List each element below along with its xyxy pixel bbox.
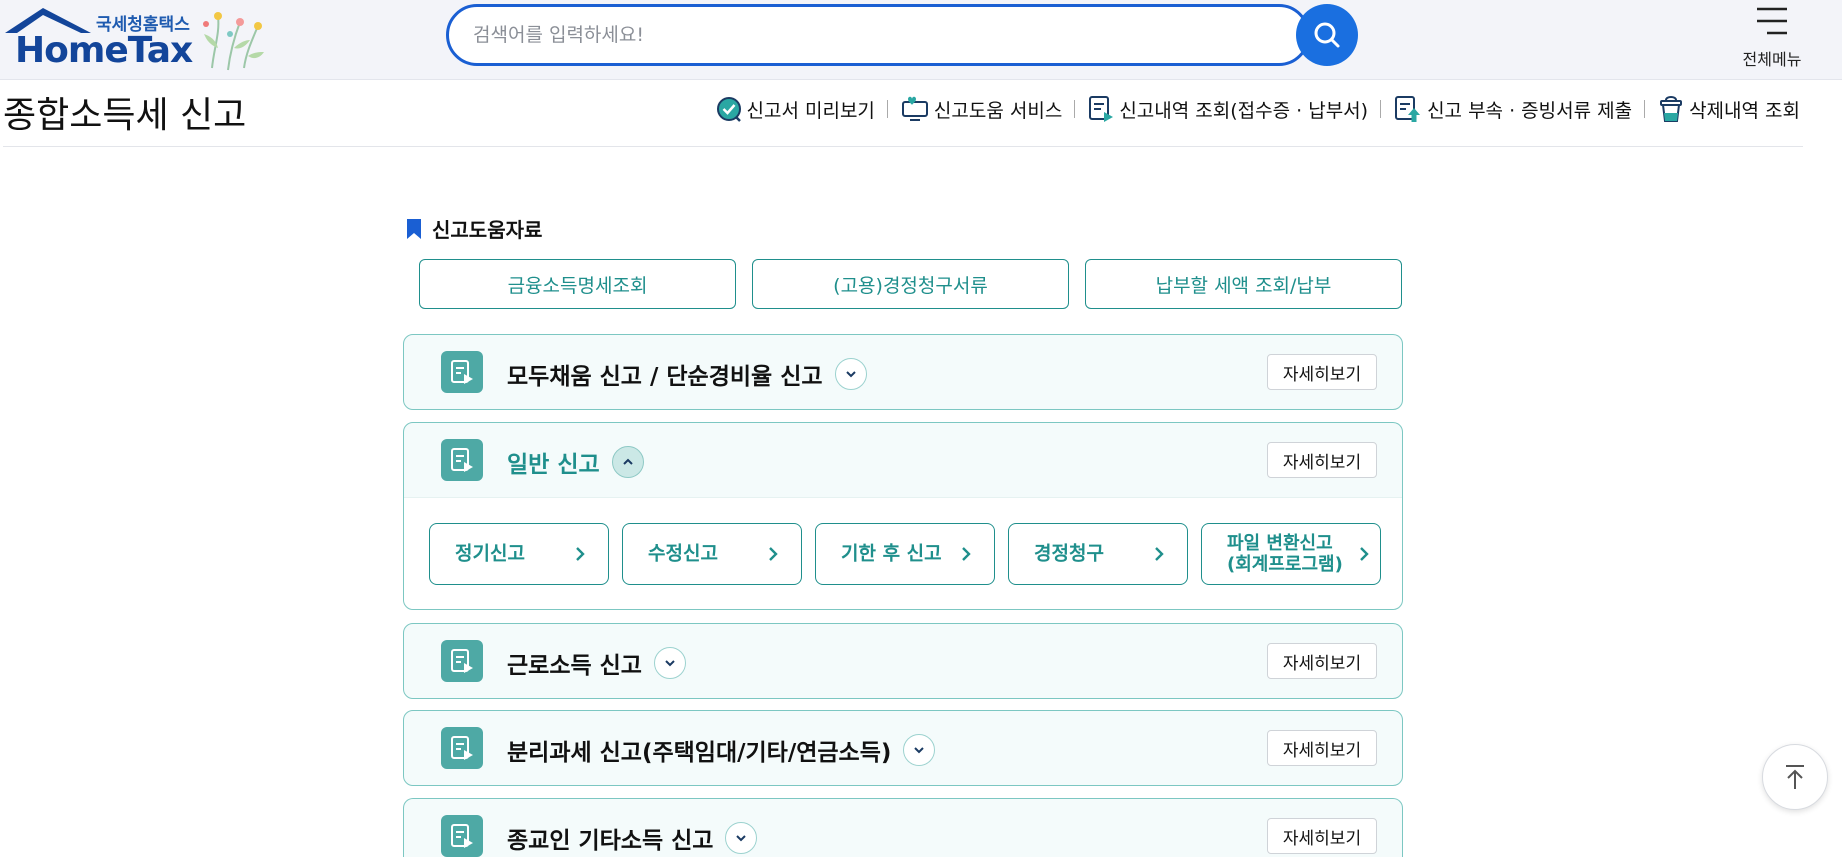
quick-link-label: 신고도움 서비스 xyxy=(933,99,1063,122)
late-report-button[interactable]: 기한 후 신고 xyxy=(815,523,995,585)
quick-link-label: 신고내역 조회(접수증 · 납부서) xyxy=(1119,99,1369,122)
chevron-down-icon[interactable] xyxy=(903,734,936,766)
chevron-up-icon[interactable] xyxy=(611,446,644,478)
accordion-earned-income: 근로소득 신고 자세히보기 xyxy=(403,623,1403,699)
bookmark-icon xyxy=(407,218,421,239)
chevron-right-icon xyxy=(1155,547,1164,561)
correction-claim-documents-button[interactable]: (고용)경정청구서류 xyxy=(752,259,1069,309)
chevron-down-icon[interactable] xyxy=(653,647,686,679)
document-play-icon xyxy=(1089,96,1114,122)
report-document-icon xyxy=(441,640,483,682)
report-document-icon xyxy=(441,727,483,769)
report-document-icon xyxy=(441,439,483,481)
report-document-icon xyxy=(441,815,483,857)
search-input[interactable] xyxy=(473,21,1233,49)
accordion-header[interactable]: 모두채움 신고 / 단순경비율 신고 자세히보기 xyxy=(404,335,1402,409)
regular-report-button[interactable]: 정기신고 xyxy=(429,523,609,585)
sub-button-label: 정기신고 xyxy=(455,542,525,565)
accordion-title-text: 근로소득 신고 xyxy=(507,653,642,679)
report-type-buttons: 정기신고 수정신고 기한 후 신고 경정청구 파일 변환신고 (회계프로그램) xyxy=(429,523,1381,585)
accordion-title: 분리과세 신고(주택임대/기타/연금소득) xyxy=(507,733,936,767)
document-upload-icon xyxy=(1395,96,1421,122)
chevron-right-icon xyxy=(769,547,778,561)
accordion-religious-income: 종교인 기타소득 신고 자세히보기 xyxy=(403,798,1403,857)
accordion-title: 모두채움 신고 / 단순경비율 신고 xyxy=(507,357,867,391)
monitor-heart-icon xyxy=(901,96,928,121)
quick-link-preview[interactable]: 신고서 미리보기 xyxy=(715,95,875,123)
full-menu-button[interactable]: 전체메뉴 xyxy=(1732,4,1812,70)
sub-button-label: 수정신고 xyxy=(648,542,718,565)
accordion-simple-report: 모두채움 신고 / 단순경비율 신고 자세히보기 xyxy=(403,334,1403,410)
quick-link-help-service[interactable]: 신고도움 서비스 xyxy=(900,95,1062,123)
search-icon xyxy=(1314,22,1340,48)
detail-view-button[interactable]: 자세히보기 xyxy=(1267,442,1377,478)
chevron-right-icon xyxy=(1360,547,1369,561)
sub-button-label: 경정청구 xyxy=(1034,542,1104,565)
quick-link-label: 신고 부속 · 증빙서류 제출 xyxy=(1427,99,1633,122)
quick-link-history[interactable]: 신고내역 조회(접수증 · 납부서) xyxy=(1087,94,1368,124)
sub-button-label: 기한 후 신고 xyxy=(841,542,942,565)
accordion-header[interactable]: 분리과세 신고(주택임대/기타/연금소득) 자세히보기 xyxy=(404,711,1402,785)
accordion-title: 근로소득 신고 xyxy=(507,646,686,680)
correction-claim-button[interactable]: 경정청구 xyxy=(1008,523,1188,585)
divider xyxy=(886,100,888,118)
detail-view-button[interactable]: 자세히보기 xyxy=(1267,730,1377,766)
chevron-down-icon[interactable] xyxy=(834,358,867,390)
arrow-up-to-top-icon xyxy=(1786,765,1804,789)
accordion-title-text: 일반 신고 xyxy=(507,452,600,478)
accordion-title-text: 분리과세 신고(주택임대/기타/연금소득) xyxy=(507,740,892,766)
tax-payment-lookup-button[interactable]: 납부할 세액 조회/납부 xyxy=(1085,259,1402,309)
detail-view-button[interactable]: 자세히보기 xyxy=(1267,354,1377,390)
file-conversion-report-button[interactable]: 파일 변환신고 (회계프로그램) xyxy=(1201,523,1381,585)
hamburger-icon xyxy=(1757,7,1787,35)
chevron-right-icon xyxy=(962,547,971,561)
financial-income-lookup-button[interactable]: 금융소득명세조회 xyxy=(419,259,736,309)
amended-report-button[interactable]: 수정신고 xyxy=(622,523,802,585)
divider xyxy=(1380,100,1382,118)
accordion-header[interactable]: 일반 신고 자세히보기 xyxy=(404,423,1402,497)
accordion-header[interactable]: 근로소득 신고 자세히보기 xyxy=(404,624,1402,698)
report-document-icon xyxy=(441,351,483,393)
accordion-title: 종교인 기타소득 신고 xyxy=(507,821,758,855)
flowers-icon xyxy=(203,12,264,71)
accordion-header[interactable]: 종교인 기타소득 신고 자세히보기 xyxy=(404,799,1402,857)
accordion-title-text: 종교인 기타소득 신고 xyxy=(507,828,714,854)
accordion-title-text: 모두채움 신고 / 단순경비율 신고 xyxy=(507,364,823,390)
page-title: 종합소득세 신고 xyxy=(3,95,247,136)
help-buttons: 금융소득명세조회 (고용)경정청구서류 납부할 세액 조회/납부 xyxy=(419,259,1402,309)
quick-links: 신고서 미리보기 신고도움 서비스 신고내역 조회(접수증 · 납부서) 신고 … xyxy=(715,94,1800,124)
divider xyxy=(1074,100,1076,118)
divider xyxy=(1644,100,1646,118)
full-menu-label: 전체메뉴 xyxy=(1742,50,1802,69)
chevron-right-icon xyxy=(576,547,585,561)
detail-view-button[interactable]: 자세히보기 xyxy=(1267,643,1377,679)
help-section-heading: 신고도움자료 xyxy=(406,214,542,243)
detail-view-button[interactable]: 자세히보기 xyxy=(1267,818,1377,854)
quick-link-attachments[interactable]: 신고 부속 · 증빙서류 제출 xyxy=(1393,94,1632,124)
scroll-to-top-button[interactable] xyxy=(1762,744,1828,810)
sub-button-label: 파일 변환신고 (회계프로그램) xyxy=(1227,533,1343,575)
accordion-separate-taxation: 분리과세 신고(주택임대/기타/연금소득) 자세히보기 xyxy=(403,710,1403,786)
search-box[interactable] xyxy=(446,4,1310,66)
top-header: 국세청홈택스 HomeTax 전체메뉴 xyxy=(0,0,1842,80)
quick-link-deleted[interactable]: 삭제내역 조회 xyxy=(1657,94,1800,124)
title-divider xyxy=(3,146,1803,147)
check-circle-icon xyxy=(716,97,741,122)
search-button[interactable] xyxy=(1296,4,1358,66)
help-heading-text: 신고도움자료 xyxy=(432,218,543,242)
accordion-title: 일반 신고 xyxy=(507,445,644,479)
chevron-down-icon[interactable] xyxy=(725,822,758,854)
logo-wordmark: HomeTax xyxy=(15,30,193,71)
accordion-body: 정기신고 수정신고 기한 후 신고 경정청구 파일 변환신고 (회계프로그램) xyxy=(404,497,1402,609)
quick-link-label: 신고서 미리보기 xyxy=(746,99,875,122)
quick-link-label: 삭제내역 조회 xyxy=(1689,99,1800,122)
accordion-general-report: 일반 신고 자세히보기 정기신고 수정신고 기한 후 신고 경정청구 파일 변환… xyxy=(403,422,1403,610)
hometax-logo[interactable]: 국세청홈택스 HomeTax xyxy=(3,6,273,72)
trash-icon xyxy=(1660,96,1683,122)
